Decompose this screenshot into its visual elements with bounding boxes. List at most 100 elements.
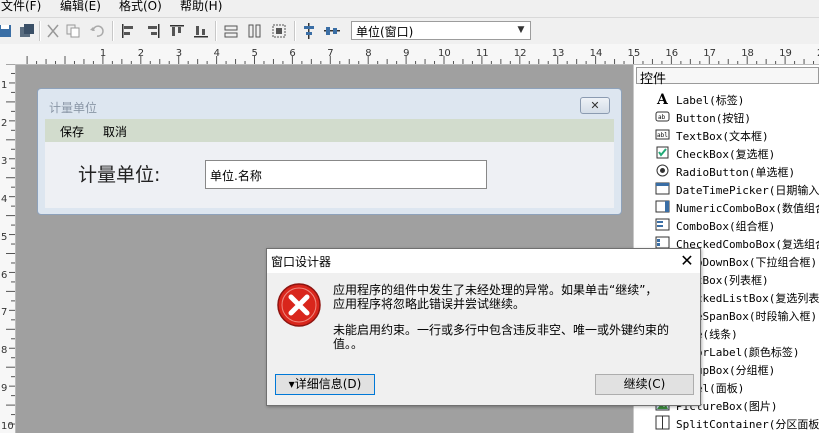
ruler-top-number: 2: [137, 48, 145, 59]
dialog-title: 窗口设计器: [271, 255, 332, 269]
ruler-top-number: 3: [175, 48, 183, 59]
ruler-top-number: 13: [551, 48, 565, 59]
save-icon[interactable]: [0, 22, 14, 40]
chevron-down-icon[interactable]: ▼: [514, 22, 528, 39]
numeric-combo-icon: [655, 199, 670, 214]
ruler-top-number: 8: [365, 48, 372, 59]
ruler-top-number: 6: [289, 48, 296, 59]
ruler-left-number: 6: [1, 269, 8, 281]
save-all-icon[interactable]: [18, 22, 36, 40]
textbox-icon: abl: [655, 127, 670, 142]
toolbox-item[interactable]: SplitContainer(分区面板): [655, 414, 819, 432]
ruler-top-number: 12: [513, 48, 527, 59]
toolbox-item[interactable]: A Label(标签): [655, 90, 819, 108]
ruler-left-number: 2: [1, 117, 8, 129]
svg-text:abl: abl: [657, 132, 668, 139]
split-container-icon: [655, 415, 670, 430]
form-menu-cancel[interactable]: 取消: [103, 123, 127, 140]
center-horizontal-icon[interactable]: [323, 22, 341, 40]
combobox-icon: [655, 217, 670, 232]
svg-text:ab: ab: [658, 114, 666, 121]
toolbox-item[interactable]: RadioButton(单选框): [655, 162, 819, 180]
center-vertical-icon[interactable]: [300, 22, 318, 40]
button-icon: ab: [655, 109, 670, 124]
unit-select-value: 单位(窗口): [356, 25, 414, 39]
same-size-icon[interactable]: [270, 22, 288, 40]
datetime-icon: [655, 181, 670, 196]
dialog-message-detail-line1: 未能启用约束。一行或多行中包含违反非空、唯一或外键约束的: [333, 323, 670, 337]
form-close-button[interactable]: ✕: [580, 97, 610, 114]
ruler-top-number: 10: [438, 48, 451, 59]
unit-name-field[interactable]: 单位.名称: [205, 160, 487, 189]
menu-file[interactable]: 文件(F): [1, 0, 41, 17]
ruler-top-number: 9: [403, 48, 410, 59]
continue-button[interactable]: 继续(C): [595, 374, 694, 395]
form-menu-strip[interactable]: 保存 取消: [45, 119, 614, 142]
ruler-left-number: 3: [1, 155, 8, 167]
unit-select[interactable]: 单位(窗口) ▼: [351, 21, 531, 40]
form-title: 计量单位: [49, 101, 98, 115]
toolbox-item-label: ComboBox(组合框): [676, 220, 776, 233]
dialog-message-detail: 未能启用约束。一行或多行中包含违反非空、唯一或外键约束的 值。。: [333, 323, 678, 351]
toolbox-item[interactable]: ab Button(按钮): [655, 108, 819, 126]
align-left-icon[interactable]: [119, 22, 137, 40]
same-width-icon[interactable]: [222, 22, 240, 40]
field-label: 计量单位:: [78, 164, 161, 186]
menu-help[interactable]: 帮助(H): [180, 0, 222, 17]
ruler-top-number: 11: [475, 48, 489, 59]
align-top-icon[interactable]: [168, 22, 186, 40]
toolbox-item-label: RadioButton(单选框): [676, 166, 796, 179]
toolbox-item-label: CheckBox(复选框): [676, 148, 776, 161]
dialog-message-primary-line1: 应用程序的组件中发生了未经处理的异常。如果单击“继续”，: [333, 283, 658, 297]
ruler-top-number: 19: [779, 48, 792, 59]
toolbox-item-label: Label(标签): [676, 94, 745, 107]
toolbox-item[interactable]: abl TextBox(文本框): [655, 126, 819, 144]
unit-name-value: 单位.名称: [210, 169, 262, 183]
cut-icon[interactable]: [44, 22, 62, 40]
details-button[interactable]: ▾详细信息(D): [275, 374, 375, 395]
undo-icon[interactable]: [88, 22, 106, 40]
toolbox-item-label: DateTimePicker(日期输入框): [676, 184, 819, 197]
toolbox-item-label: Button(按钮): [676, 112, 751, 125]
toolbox-item-label: NumericComboBox(数值组合框): [676, 202, 819, 215]
ruler-top-number: 4: [213, 48, 220, 59]
error-icon: [276, 282, 322, 328]
toolbox-title: 控件: [640, 72, 667, 87]
close-icon[interactable]: ✕: [676, 250, 698, 272]
ruler-left: 1 2 3 4 5 6 7 8 9 10: [0, 64, 16, 433]
align-right-icon[interactable]: [144, 22, 162, 40]
dialog-message-primary-line2: 应用程序将忽略此错误并尝试继续。: [333, 297, 526, 311]
align-bottom-icon[interactable]: [192, 22, 210, 40]
toolbox-item[interactable]: NumericComboBox(数值组合框): [655, 198, 819, 216]
ruler-left-number: 5: [1, 231, 8, 243]
toolbox-item[interactable]: CheckBox(复选框): [655, 144, 819, 162]
ruler-top-number: 15: [627, 48, 641, 59]
copy-icon[interactable]: [64, 22, 82, 40]
ruler-top-number: 16: [665, 48, 679, 59]
checkbox-icon: [655, 145, 670, 160]
ruler-top-number: 18: [741, 48, 754, 59]
form-menu-save[interactable]: 保存: [60, 123, 84, 140]
ruler-top-number: 5: [251, 48, 258, 59]
ruler-left-number: 7: [1, 307, 8, 319]
ruler-left-number: 10: [1, 421, 14, 433]
menu-edit[interactable]: 编辑(E): [60, 0, 101, 17]
ruler-left-number: 8: [1, 345, 8, 357]
toolbox-item[interactable]: ComboBox(组合框): [655, 216, 819, 234]
ruler-top-number: 7: [327, 48, 334, 59]
details-button-label: 详细信息(D): [294, 377, 362, 391]
ruler-left-number: 9: [1, 383, 8, 395]
ruler-top-number: 1: [99, 48, 107, 59]
menu-format[interactable]: 格式(O): [119, 0, 162, 17]
toolbox-item-label: SplitContainer(分区面板): [676, 418, 819, 431]
ruler-top: 1234567891011121314151617181920: [0, 44, 819, 65]
ruler-top-number: 14: [589, 48, 603, 59]
radio-icon: [655, 163, 670, 178]
toolbox-item[interactable]: DateTimePicker(日期输入框): [655, 180, 819, 198]
ruler-top-number: 17: [703, 48, 717, 59]
toolbox-header: 控件: [636, 67, 819, 87]
dialog-message-primary: 应用程序的组件中发生了未经处理的异常。如果单击“继续”， 应用程序将忽略此错误并…: [333, 283, 683, 311]
same-height-icon[interactable]: [246, 22, 264, 40]
ruler-left-number: 1: [1, 80, 8, 91]
ruler-left-number: 4: [1, 193, 8, 205]
